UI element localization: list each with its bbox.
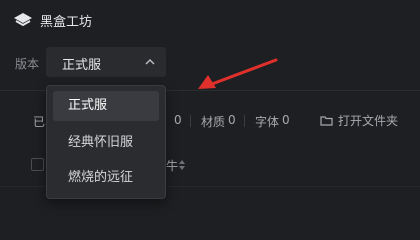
version-select[interactable]: 正式服 — [46, 47, 166, 77]
version-select-value: 正式服 — [62, 58, 102, 73]
column-header-partial[interactable]: 牛 — [166, 157, 178, 174]
hidden-count: 0 — [174, 113, 182, 127]
select-all-checkbox[interactable] — [31, 158, 44, 171]
material-count: 0 — [228, 113, 236, 127]
material-label[interactable]: 材质 — [201, 113, 225, 130]
font-count: 0 — [282, 113, 290, 127]
annotation-arrow — [198, 58, 278, 89]
title-bar: 黑盒工坊 — [0, 0, 420, 40]
open-folder-button[interactable]: 打开文件夹 — [320, 112, 398, 129]
version-option-tbc[interactable]: 燃烧的远征 — [53, 163, 159, 193]
toolbar-partial-label: 已 — [33, 115, 46, 129]
open-folder-label: 打开文件夹 — [338, 114, 399, 128]
version-label: 版本 — [15, 57, 40, 71]
version-option-classic[interactable]: 经典怀旧服 — [53, 128, 159, 158]
version-option-official[interactable]: 正式服 — [53, 91, 159, 121]
chevron-up-icon — [145, 58, 155, 65]
font-label[interactable]: 字体 — [255, 113, 279, 130]
sort-icon[interactable] — [178, 160, 186, 170]
separator — [190, 115, 191, 127]
logo-icon — [14, 13, 32, 27]
version-dropdown: 正式服 经典怀旧服 燃烧的远征 — [46, 85, 166, 199]
app-title: 黑盒工坊 — [40, 15, 93, 30]
folder-icon — [320, 116, 333, 126]
separator — [244, 115, 245, 127]
